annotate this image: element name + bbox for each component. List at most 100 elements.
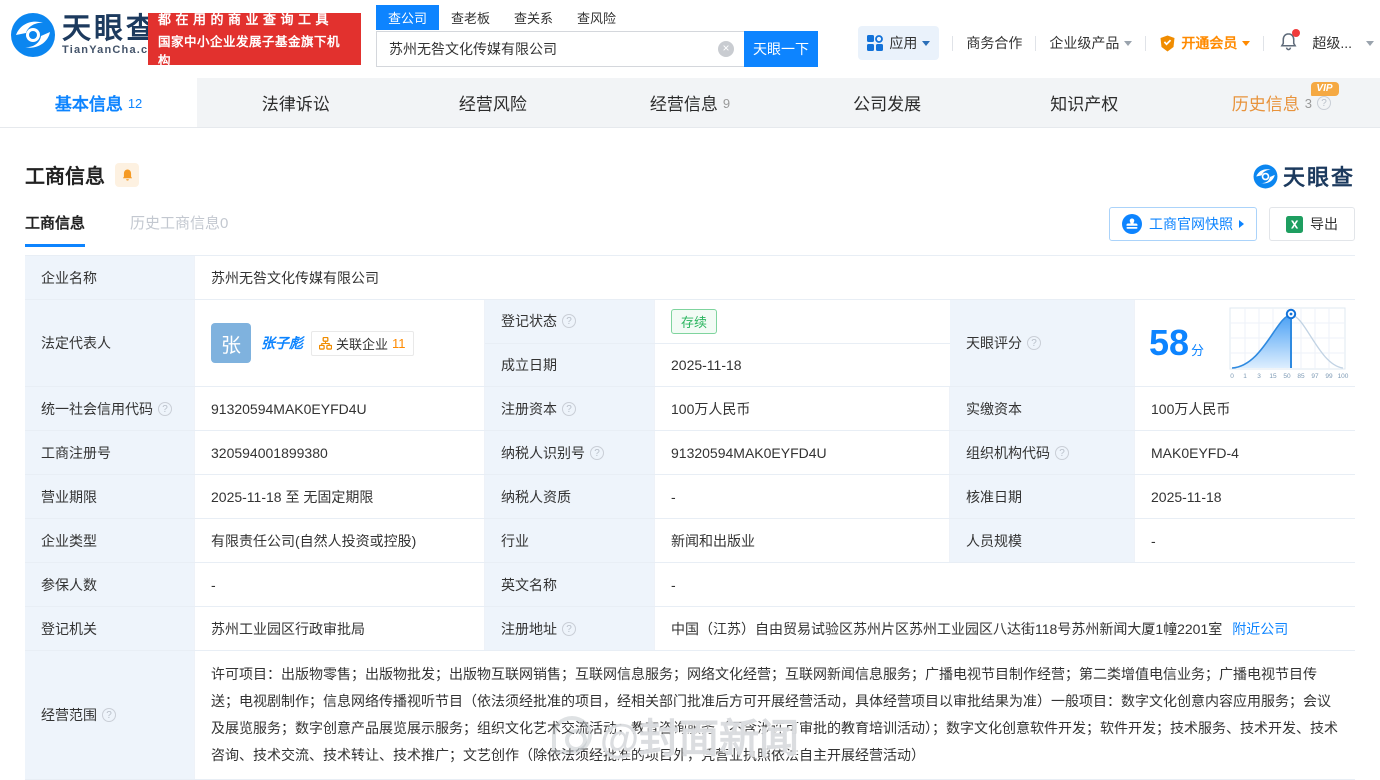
help-icon[interactable] <box>562 621 576 636</box>
vip-menu[interactable]: 开通会员 <box>1159 33 1251 53</box>
help-icon[interactable] <box>102 708 116 722</box>
company-name-label: 企业名称 <box>25 256 195 299</box>
related-companies-label: 关联企业 <box>336 336 389 352</box>
clear-search-icon[interactable]: × <box>718 41 734 57</box>
enterprise-products-menu[interactable]: 企业级产品 <box>1049 33 1133 53</box>
tianyancha-watermark-logo: 天眼查 <box>1253 160 1355 192</box>
svg-text:50: 50 <box>1283 373 1291 380</box>
legal-rep-avatar[interactable]: 张 <box>211 323 251 363</box>
score-label: 天眼评分 <box>950 300 1135 386</box>
cooperation-menu[interactable]: 商务合作 <box>966 33 1022 53</box>
score-distribution-chart: 0 1 3 15 50 85 97 99 100 <box>1229 307 1349 380</box>
help-icon[interactable] <box>1027 336 1041 350</box>
status-badge: 存续 <box>671 308 718 334</box>
score-number-block: 58 分 <box>1149 325 1204 361</box>
search-tab-company[interactable]: 查公司 <box>376 5 440 30</box>
tab-company-development-label: 公司发展 <box>853 95 922 114</box>
help-icon[interactable] <box>158 401 172 416</box>
establish-date-value: 2025-11-18 <box>671 356 742 373</box>
company-name-value: 苏州无咎文化传媒有限公司 <box>211 269 379 286</box>
subtab-business-info[interactable]: 工商信息 <box>25 212 86 247</box>
bell-icon <box>122 168 132 181</box>
svg-text:85: 85 <box>1297 373 1305 380</box>
credit-code-value: 91320594MAK0EYFD4U <box>195 387 485 430</box>
username-label: 超级... <box>1312 35 1352 51</box>
tab-intellectual-property-label: 知识产权 <box>1050 95 1119 114</box>
taxpayer-id-value: 91320594MAK0EYFD4U <box>655 431 950 474</box>
tianyancha-swirl-icon <box>1253 164 1278 188</box>
score-value: 58 分 0 1 3 15 50 85 97 99 100 <box>1135 300 1355 386</box>
business-info-table: 企业名称 苏州无咎文化传媒有限公司 法定代表人 张 张子彪 关联企业 11 登记… <box>25 255 1355 780</box>
user-menu[interactable]: 超级... <box>1312 33 1374 53</box>
search-tab-risk[interactable]: 查风险 <box>565 5 628 30</box>
monitor-bell-button[interactable] <box>115 162 139 187</box>
tab-operation-risk[interactable]: 经营风险 <box>394 78 591 127</box>
promo-line2: 国家中小企业发展子基金旗下机构 <box>158 35 341 68</box>
help-icon[interactable] <box>590 445 604 460</box>
stamp-icon <box>1122 214 1142 234</box>
taxpayer-id-label-text: 纳税人识别号 <box>501 444 585 461</box>
search-tab-boss[interactable]: 查老板 <box>439 5 502 30</box>
top-menu: 应用 商务合作 企业级产品 开通会员 超级... <box>858 26 1374 60</box>
tab-intellectual-property[interactable]: 知识产权 <box>986 78 1183 127</box>
tab-operation-risk-label: 经营风险 <box>458 95 527 114</box>
apps-menu[interactable]: 应用 <box>858 26 940 60</box>
company-type-label: 企业类型 <box>25 519 195 562</box>
company-nav-tabs: 基本信息 12 法律诉讼 经营风险 经营信息 9 公司发展 知识产权 历史信息 … <box>0 78 1380 128</box>
tab-operation-info-count: 9 <box>722 96 731 111</box>
help-icon[interactable] <box>562 401 576 416</box>
legal-rep-name-link[interactable]: 张子彪 <box>261 333 303 353</box>
reg-capital-value: 100万人民币 <box>655 387 950 430</box>
reg-status-label-text: 登记状态 <box>501 313 557 330</box>
help-icon[interactable] <box>1317 95 1332 110</box>
reg-number-value: 320594001899380 <box>195 431 485 474</box>
business-term-value: 2025-11-18 至 无固定期限 <box>195 475 485 518</box>
english-name-label: 英文名称 <box>485 563 655 606</box>
vip-menu-label: 开通会员 <box>1181 35 1238 51</box>
taxpayer-qualification-value: - <box>655 475 950 518</box>
export-button[interactable]: 导出 <box>1269 207 1355 241</box>
brand-mark-text: 天眼查 <box>1282 165 1355 190</box>
insured-count-value: - <box>195 563 485 606</box>
related-companies-count: 11 <box>392 335 406 351</box>
tab-basic-info[interactable]: 基本信息 12 <box>0 78 198 127</box>
header: 天眼查 TianYanCha.com 都在用的商业查询工具 国家中小企业发展子基… <box>0 0 1380 78</box>
tab-legal-litigation[interactable]: 法律诉讼 <box>197 78 394 127</box>
vip-badge: VIP <box>1311 82 1339 96</box>
reg-authority-label: 登记机关 <box>25 607 195 650</box>
company-type-value: 有限责任公司(自然人投资或控股) <box>195 519 485 562</box>
tab-operation-info[interactable]: 经营信息 9 <box>591 78 788 127</box>
staff-size-label: 人员规模 <box>950 519 1135 562</box>
arrow-right-icon <box>1239 220 1244 228</box>
taxpayer-qualification-label: 纳税人资质 <box>485 475 655 518</box>
tianyancha-logo[interactable]: 天眼查 TianYanCha.com <box>10 12 167 58</box>
tab-company-development[interactable]: 公司发展 <box>789 78 986 127</box>
tab-history-info-label: 历史信息 <box>1231 95 1300 114</box>
svg-text:99: 99 <box>1325 373 1333 380</box>
cooperation-label: 商务合作 <box>966 35 1023 51</box>
export-label: 导出 <box>1310 216 1338 232</box>
official-snapshot-button[interactable]: 工商官网快照 <box>1109 207 1257 241</box>
promo-line1: 都在用的商业查询工具 <box>158 12 334 27</box>
search-tab-relation[interactable]: 查关系 <box>502 5 565 30</box>
business-term-label: 营业期限 <box>25 475 195 518</box>
help-icon[interactable] <box>562 314 576 329</box>
help-icon[interactable] <box>1055 445 1069 460</box>
related-companies-badge[interactable]: 关联企业 11 <box>311 330 414 356</box>
tab-history-info[interactable]: 历史信息 3 VIP <box>1183 78 1380 127</box>
subtab-history-business-info[interactable]: 历史工商信息0 <box>130 212 228 244</box>
staff-size-value: - <box>1151 532 1156 549</box>
search-tabs: 查公司 查老板 查关系 查风险 <box>376 5 818 30</box>
nearby-companies-link[interactable]: 附近公司 <box>1232 619 1288 639</box>
reg-status-value: 存续 <box>655 300 950 343</box>
paid-capital-value: 100万人民币 <box>1151 400 1231 417</box>
apps-menu-label: 应用 <box>889 35 918 51</box>
notifications-bell[interactable] <box>1279 29 1301 54</box>
reg-capital-label: 注册资本 <box>485 387 655 430</box>
apps-grid-icon <box>867 35 884 51</box>
score-unit: 分 <box>1191 343 1205 358</box>
search-button[interactable]: 天眼一下 <box>744 31 818 67</box>
search-input[interactable] <box>376 31 744 67</box>
svg-text:97: 97 <box>1311 373 1319 380</box>
svg-text:0: 0 <box>1230 373 1234 380</box>
